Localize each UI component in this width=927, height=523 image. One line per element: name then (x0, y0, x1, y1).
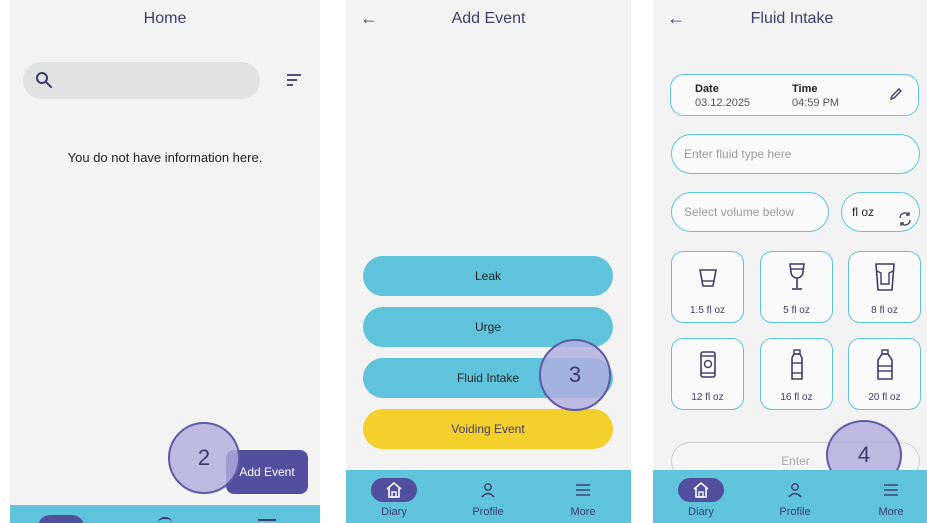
time-value: 04:59 PM (792, 97, 840, 109)
volume-option-20[interactable]: 20 fl oz (848, 338, 921, 410)
can-icon (699, 351, 716, 378)
menu-icon[interactable] (258, 519, 276, 523)
volume-label: 5 fl oz (783, 305, 810, 316)
page-title: Add Event (451, 10, 526, 27)
large-bottle-icon (876, 349, 893, 380)
time-label: Time (792, 83, 818, 95)
voiding-event-button[interactable]: Voiding Event (363, 409, 613, 449)
bottom-nav: Diary Profile More (346, 470, 631, 523)
volume-option-8[interactable]: 8 fl oz (848, 251, 921, 323)
step-marker: 2 (168, 422, 240, 494)
small-bottle-icon (790, 349, 803, 380)
date-time-card[interactable]: Date 03.12.2025 Time 04:59 PM (670, 74, 919, 116)
date-label: Date (695, 83, 719, 95)
bottom-nav: Diary Profile More (653, 470, 927, 523)
page-title: Home (143, 10, 187, 27)
volume-option-12[interactable]: 12 fl oz (671, 338, 744, 410)
glass-icon (874, 263, 895, 291)
nav-label: More (570, 506, 596, 518)
nav-item-diary[interactable]: Diary (354, 470, 434, 518)
volume-input[interactable]: Select volume below (671, 192, 829, 232)
profile-icon[interactable] (158, 517, 172, 523)
nav-label: Profile (472, 506, 504, 518)
add-event-screen: ← Add Event Leak Urge Fluid Intake Voidi… (346, 0, 631, 523)
page-title: Fluid Intake (750, 10, 834, 27)
search-input[interactable] (23, 62, 260, 99)
nav-item-diary[interactable] (38, 515, 84, 523)
empty-state-message: You do not have information here. (67, 150, 263, 165)
pencil-icon[interactable] (888, 86, 904, 107)
search-icon (35, 71, 53, 94)
nav-item-diary[interactable]: Diary (661, 470, 741, 518)
sort-filter-icon[interactable] (286, 73, 302, 92)
unit-label: fl oz (852, 205, 875, 219)
home-screen: Home You do not have information here. A… (10, 0, 320, 523)
nav-item-more[interactable]: More (543, 470, 623, 518)
fluid-intake-screen: ← Fluid Intake Date 03.12.2025 Time 04:5… (653, 0, 927, 523)
home-icon (678, 478, 724, 502)
home-icon (371, 478, 417, 502)
nav-label: Diary (688, 506, 714, 518)
volume-option-1-5[interactable]: 1.5 fl oz (671, 251, 744, 323)
step-marker: 3 (539, 339, 611, 411)
swap-icon[interactable] (897, 204, 913, 242)
fluid-type-input[interactable]: Enter fluid type here (671, 134, 920, 174)
date-value: 03.12.2025 (695, 97, 751, 109)
menu-icon (868, 478, 914, 502)
volume-label: 16 fl oz (780, 392, 813, 403)
nav-item-profile[interactable]: Profile (755, 470, 835, 518)
nav-label: Diary (381, 506, 407, 518)
wine-glass-icon (788, 263, 805, 290)
leak-button[interactable]: Leak (363, 256, 613, 296)
profile-icon (772, 478, 818, 502)
profile-icon (465, 478, 511, 502)
volume-label: 8 fl oz (871, 305, 898, 316)
nav-item-more[interactable]: More (851, 470, 927, 518)
volume-option-16[interactable]: 16 fl oz (760, 338, 833, 410)
bottom-nav (10, 505, 320, 523)
menu-icon (560, 478, 606, 502)
volume-label: 1.5 fl oz (689, 305, 726, 316)
cup-icon (698, 269, 717, 287)
nav-item-profile[interactable]: Profile (448, 470, 528, 518)
volume-option-5[interactable]: 5 fl oz (760, 251, 833, 323)
nav-label: More (878, 506, 904, 518)
volume-label: 12 fl oz (691, 392, 724, 403)
volume-label: 20 fl oz (868, 392, 901, 403)
nav-label: Profile (779, 506, 811, 518)
unit-toggle[interactable]: fl oz (841, 192, 920, 232)
